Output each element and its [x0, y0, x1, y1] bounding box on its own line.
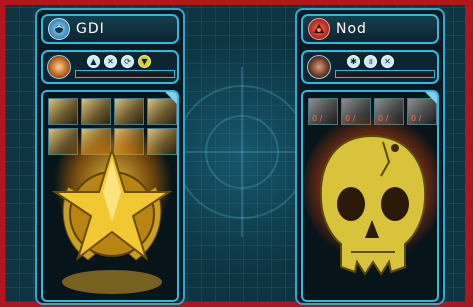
down-chevron-icon[interactable]: ▼ — [138, 55, 151, 68]
commander-avatar — [307, 55, 331, 79]
commander-avatar — [47, 55, 71, 79]
close-icon[interactable]: ✕ — [104, 55, 117, 68]
targeting-reticle-inner — [205, 115, 279, 189]
nod-header[interactable]: Nod — [301, 14, 439, 44]
skull-icon — [319, 134, 427, 276]
gear-icon[interactable]: ✱ — [347, 55, 360, 68]
nod-panel: Nod ✱ ॥ ✕ 0 / 0 / 0 / 0 / — [295, 8, 445, 305]
nod-unit-board: 0 / 0 / 0 / 0 / — [301, 90, 439, 302]
up-arrow-icon[interactable]: ▲ — [87, 55, 100, 68]
close-icon[interactable]: ✕ — [381, 55, 394, 68]
faction-name: GDI — [76, 21, 105, 37]
faction-name: Nod — [336, 21, 367, 37]
progress-bar — [335, 70, 435, 78]
gold-star-laurel-icon — [51, 146, 173, 294]
gdi-unit-board — [41, 90, 179, 302]
gdi-panel: GDI ▲ ✕ ⟳ ▼ — [35, 8, 185, 305]
gdi-eagle-icon — [48, 18, 70, 40]
gdi-status-bar: ▲ ✕ ⟳ ▼ — [41, 50, 179, 84]
gdi-header[interactable]: GDI — [41, 14, 179, 44]
nod-scorpion-icon — [308, 18, 330, 40]
nod-status-bar: ✱ ॥ ✕ — [301, 50, 439, 84]
pause-icon[interactable]: ॥ — [364, 55, 377, 68]
cycle-icon[interactable]: ⟳ — [121, 55, 134, 68]
progress-bar — [75, 70, 175, 78]
